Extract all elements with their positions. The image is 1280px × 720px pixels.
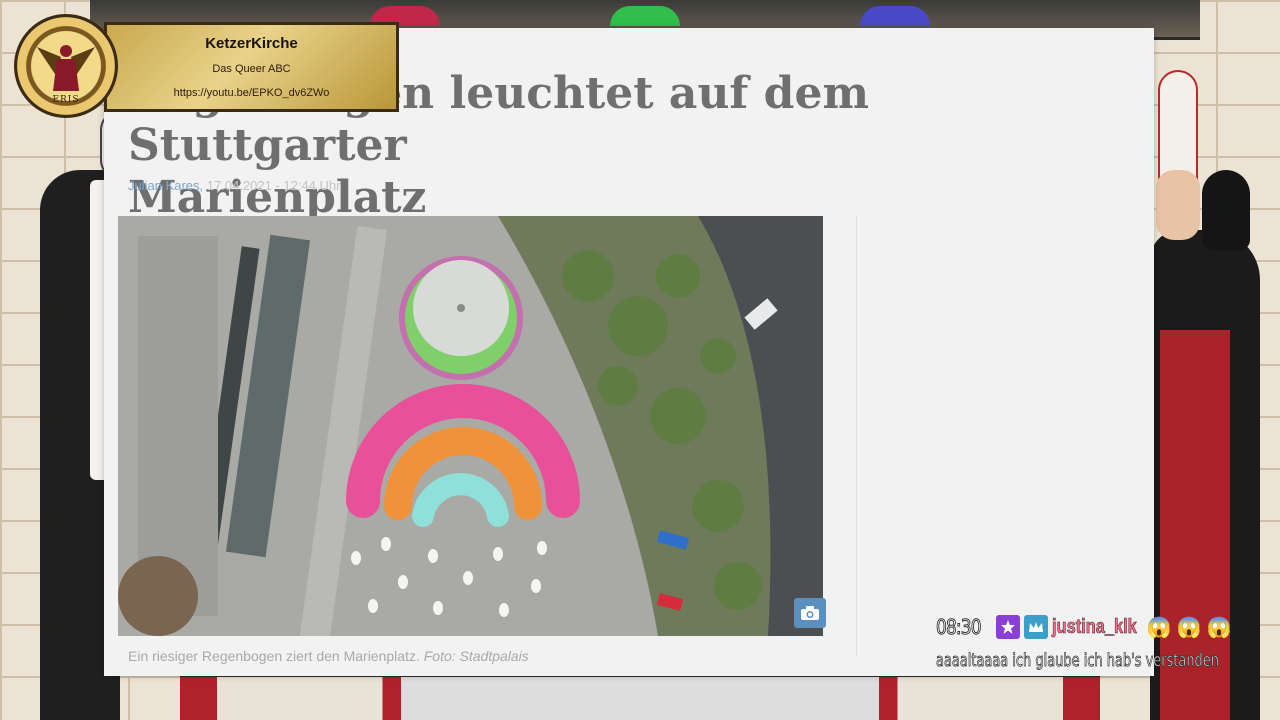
camera-icon [801, 606, 819, 620]
stained-glass [860, 6, 930, 26]
channel-badge: KetzerKirche Das Queer ABC https://youtu… [14, 14, 399, 118]
aerial-plaza-image [118, 216, 823, 636]
video-link[interactable]: https://youtu.be/EPKO_dv6ZWo [107, 87, 396, 99]
chat-username[interactable]: justina_klk [1052, 615, 1137, 639]
cat [1202, 170, 1250, 250]
scream-emote-icon: 😱 [1206, 616, 1232, 639]
camera-button[interactable] [794, 598, 826, 628]
article-photo[interactable] [118, 216, 823, 636]
channel-name: KetzerKirche [205, 35, 298, 52]
badge-plaque: KetzerKirche Das Queer ABC https://youtu… [104, 22, 399, 112]
stained-glass [610, 6, 680, 26]
photo-credit: Foto: Stadtpalais [423, 648, 529, 664]
chat-message-text: aaaaltaaaa ich glaube ich hab's verstand… [936, 650, 1220, 672]
episode-subtitle: Das Queer ABC [212, 63, 291, 75]
divider [856, 216, 857, 656]
news-article: Regenbogen leuchtet auf dem Stuttgarter … [104, 28, 1154, 676]
eris-logo: ERIS [14, 14, 118, 118]
chat-overlay: 08:30 justina_klk 😱 😱 😱 aaaaltaaaa ich g… [936, 612, 1280, 676]
church-frame [180, 674, 1100, 720]
chat-timestamp: 08:30 [936, 615, 982, 640]
logo-text: ERIS [52, 95, 80, 105]
article-date: 17.04.2021 - 12:44 Uhr [206, 178, 341, 193]
scream-emote-icon: 😱 [1176, 616, 1202, 639]
crown-badge-icon [1024, 615, 1048, 639]
article-meta: Julian Kares, 17.04.2021 - 12:44 Uhr [128, 178, 341, 193]
chat-message-header: 08:30 justina_klk 😱 😱 😱 [936, 612, 1232, 642]
scream-emote-icon: 😱 [1146, 616, 1172, 639]
author-link[interactable]: Julian Kares, [128, 178, 203, 193]
photo-caption: Ein riesiger Regenbogen ziert den Marien… [128, 648, 529, 664]
star-badge-icon [996, 615, 1020, 639]
